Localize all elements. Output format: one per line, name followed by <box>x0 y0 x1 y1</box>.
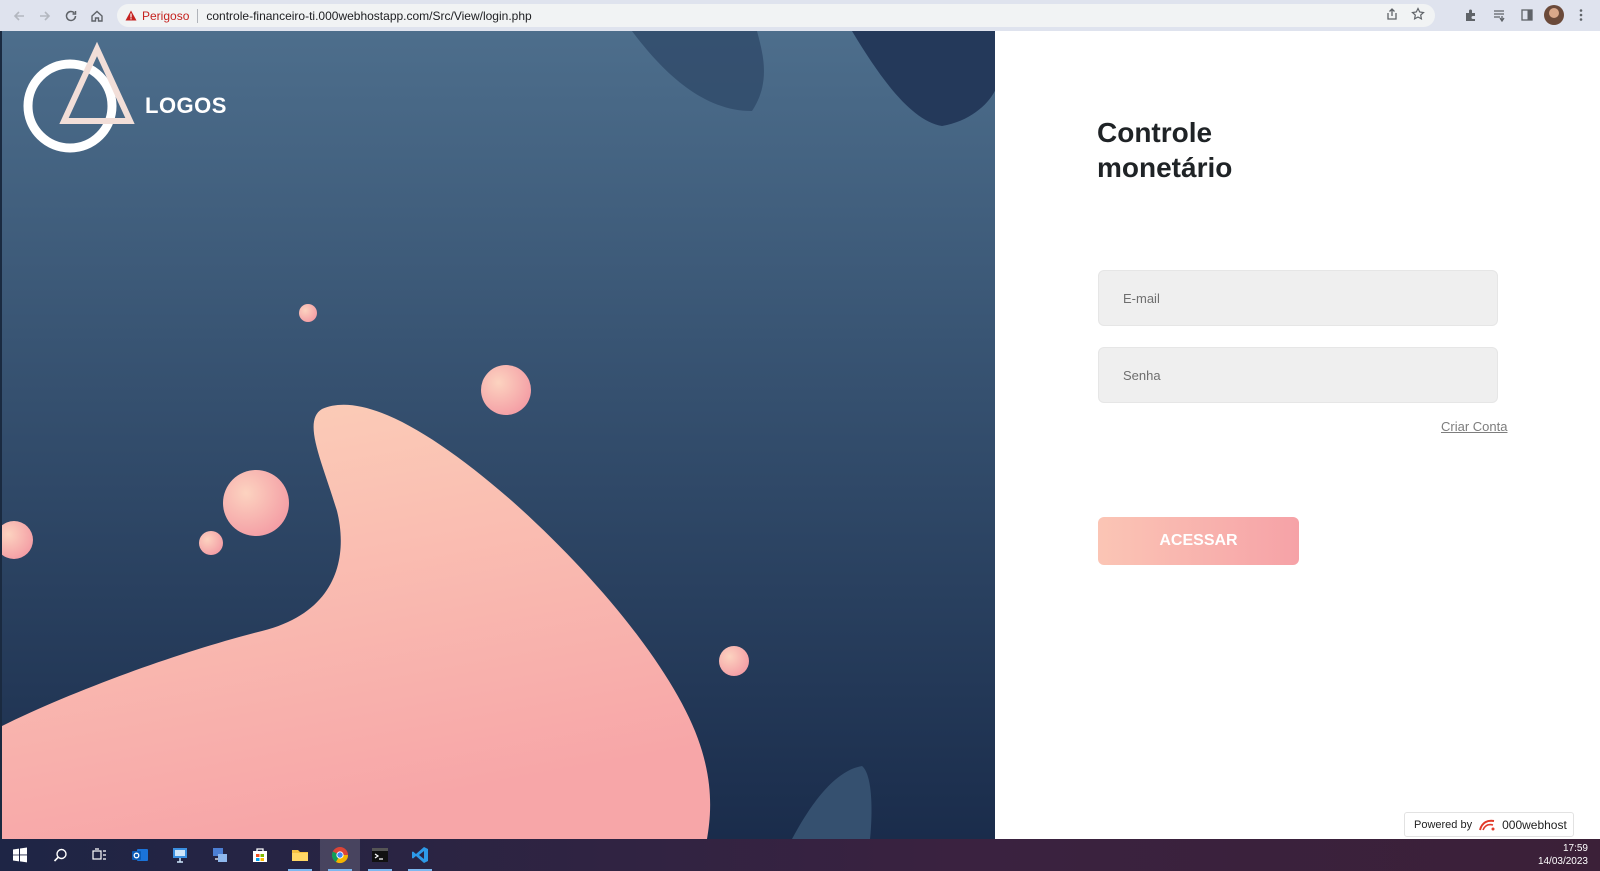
bubble <box>223 470 289 536</box>
password-field[interactable] <box>1098 347 1498 403</box>
security-label: Perigoso <box>142 8 190 23</box>
home-icon[interactable] <box>84 3 110 29</box>
reload-icon[interactable] <box>58 3 84 29</box>
title-line-1: Controle <box>1097 117 1213 148</box>
address-bar[interactable]: Perigoso controle-financeiro-ti.000webho… <box>117 4 1435 27</box>
host-name: 000webhost <box>1502 817 1567 832</box>
start-icon[interactable] <box>0 839 40 871</box>
task-view-icon[interactable] <box>80 839 120 871</box>
extensions-icon[interactable] <box>1460 4 1482 26</box>
create-account-link[interactable]: Criar Conta <box>1441 419 1507 434</box>
browser-toolbar: Perigoso controle-financeiro-ti.000webho… <box>0 0 1600 31</box>
warning-icon <box>125 10 137 21</box>
bubble <box>481 365 531 415</box>
network-tool-icon[interactable] <box>200 839 240 871</box>
webhost-logo-icon <box>1479 819 1495 830</box>
back-icon[interactable] <box>6 3 32 29</box>
email-field[interactable] <box>1098 270 1498 326</box>
submit-button[interactable]: ACESSAR <box>1098 517 1299 565</box>
bubble <box>719 646 749 676</box>
terminal-icon[interactable] <box>360 839 400 871</box>
bookmark-star-icon[interactable] <box>1411 7 1425 24</box>
chrome-icon[interactable] <box>320 839 360 871</box>
page-title: Controle monetário <box>1097 115 1232 185</box>
bubble <box>199 531 223 555</box>
logo-text: LOGOS <box>145 93 227 118</box>
address-divider <box>197 8 199 23</box>
clock-date: 14/03/2023 <box>1537 856 1588 867</box>
vscode-icon[interactable] <box>400 839 440 871</box>
share-icon[interactable] <box>1385 7 1399 24</box>
illustration-panel: LOGOS <box>0 31 995 839</box>
login-panel: Controle monetário Criar Conta ACESSAR P… <box>995 31 1600 839</box>
menu-dots-icon[interactable] <box>1570 4 1592 26</box>
forward-icon[interactable] <box>32 3 58 29</box>
powered-by-label: Powered by <box>1414 818 1473 831</box>
security-warning[interactable]: Perigoso <box>125 9 189 23</box>
background-illustration <box>2 31 995 839</box>
side-panel-icon[interactable] <box>1516 4 1538 26</box>
profile-avatar[interactable] <box>1544 5 1564 25</box>
clock-time: 17:59 <box>1562 843 1588 854</box>
outlook-icon[interactable] <box>120 839 160 871</box>
search-icon[interactable] <box>40 839 80 871</box>
file-explorer-icon[interactable] <box>280 839 320 871</box>
bubble <box>299 304 317 322</box>
url-text[interactable]: controle-financeiro-ti.000webhostapp.com… <box>206 9 531 23</box>
powered-by-badge[interactable]: Powered by 000webhost <box>1404 812 1574 837</box>
reading-list-icon[interactable] <box>1488 4 1510 26</box>
store-icon[interactable] <box>240 839 280 871</box>
system-clock[interactable]: 17:59 14/03/2023 <box>1538 842 1588 868</box>
remote-desktop-icon[interactable] <box>160 839 200 871</box>
title-line-2: monetário <box>1097 152 1233 183</box>
taskbar: 17:59 14/03/2023 <box>0 839 1600 871</box>
